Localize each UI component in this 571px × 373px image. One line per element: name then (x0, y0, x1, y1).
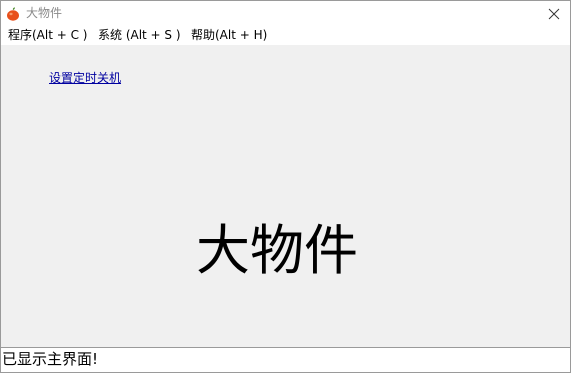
status-text: 已显示主界面! (2, 350, 99, 368)
menu-help[interactable]: 帮助(Alt + H) (191, 28, 267, 43)
apple-icon (6, 6, 20, 21)
menu-program[interactable]: 程序(Alt + C ) (8, 28, 88, 43)
headline: 大物件 (196, 219, 358, 282)
menu-bar: 程序(Alt + C ) 系统 (Alt + S ) 帮助(Alt + H) (1, 26, 570, 45)
menu-system[interactable]: 系统 (Alt + S ) (98, 28, 181, 43)
title-bar[interactable]: 大物件 (1, 1, 570, 26)
main-window: 大物件 程序(Alt + C ) 系统 (Alt + S ) 帮助(Alt + … (0, 0, 571, 373)
close-icon (548, 8, 560, 19)
close-button[interactable] (538, 1, 570, 26)
window-title: 大物件 (26, 6, 63, 20)
status-bar: 已显示主界面! (1, 347, 570, 372)
main-content: 设置定时关机 大物件 (1, 45, 570, 347)
set-shutdown-timer-link[interactable]: 设置定时关机 (49, 71, 121, 85)
